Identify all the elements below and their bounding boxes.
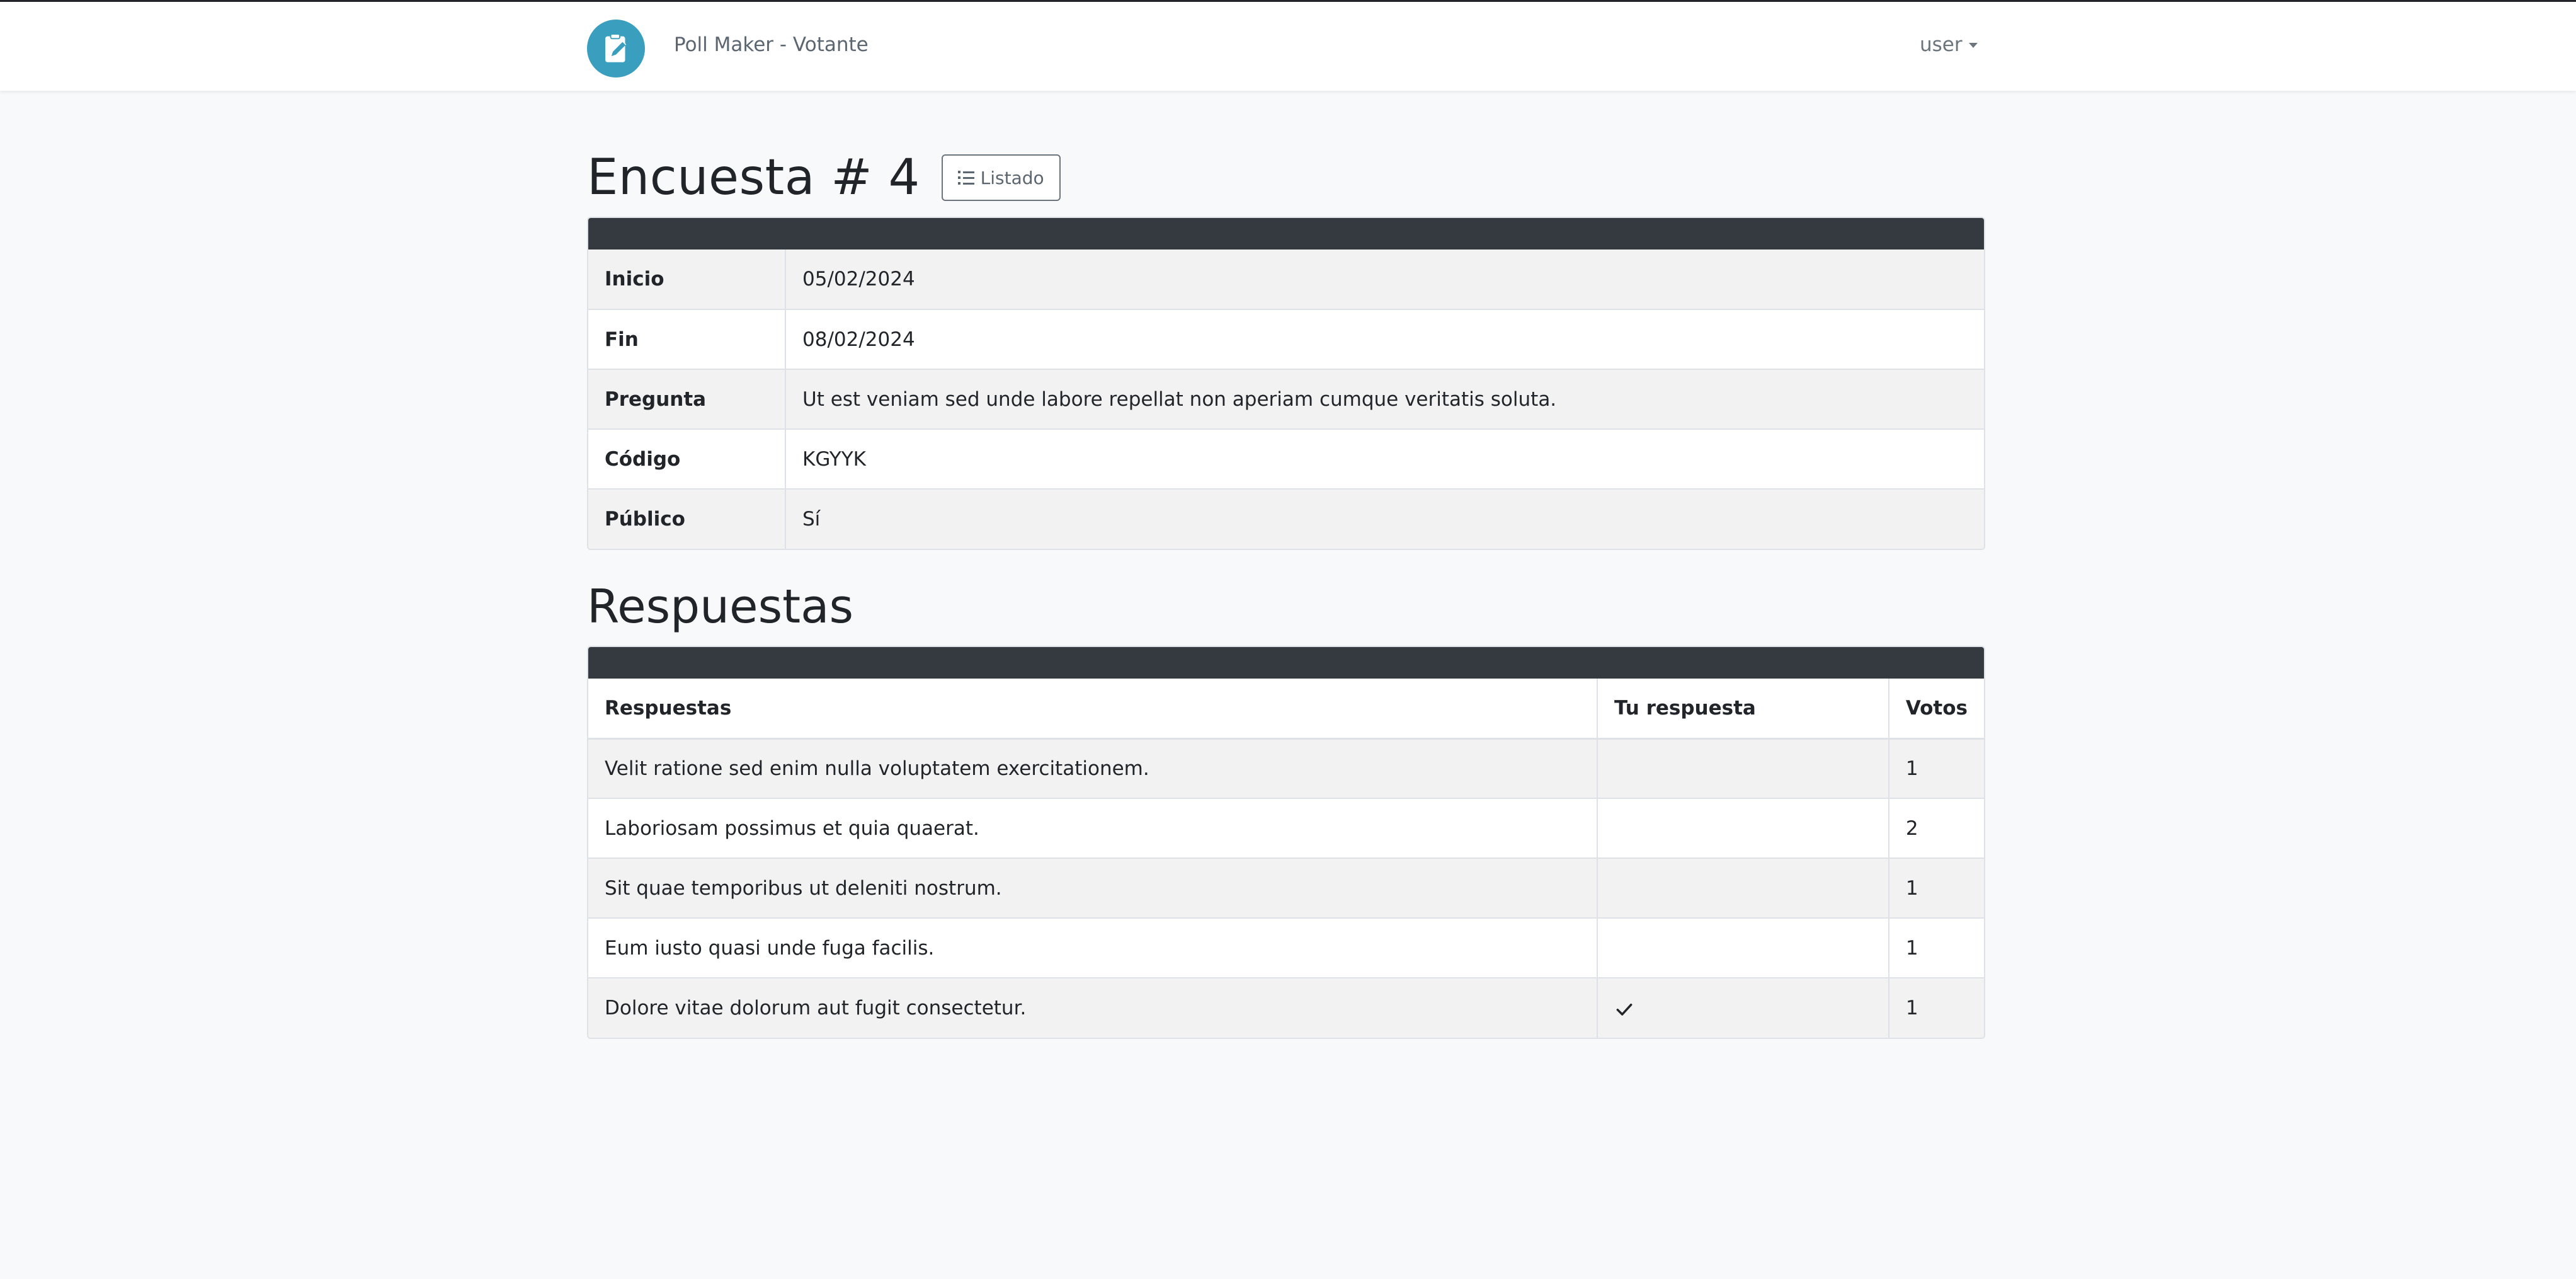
detail-row-question: Pregunta Ut est veniam sed unde labore r… [588,369,1984,429]
card-header [588,218,1984,249]
user-label: user [1920,33,1963,56]
brand-title[interactable]: Poll Maker - Votante [674,33,869,56]
list-icon [957,171,974,185]
brand-logo[interactable] [587,20,645,77]
caret-down-icon [1968,43,1978,48]
vote-count: 2 [1888,798,1984,858]
answer-text: Sit quae temporibus ut deleniti nostrum. [588,857,1598,918]
detail-label: Pregunta [588,369,786,429]
column-header-your-answer: Tu respuesta [1597,679,1889,740]
navbar: Poll Maker - Votante user [0,0,2576,91]
page-heading: Encuesta # 4 Listado [587,147,1061,208]
list-button[interactable]: Listado [941,154,1061,201]
detail-value: 08/02/2024 [785,309,1984,369]
detail-row-start: Inicio 05/02/2024 [588,249,1984,309]
column-header-votes: Votos [1888,679,1984,740]
table-row: Velit ratione sed enim nulla voluptatem … [588,738,1984,798]
answers-section-title: Respuestas [587,580,854,634]
table-row: Eum iusto quasi unde fuga facilis. 1 [588,917,1984,978]
detail-row-end: Fin 08/02/2024 [588,309,1984,369]
vote-count: 1 [1888,738,1984,798]
poll-details-table: Inicio 05/02/2024 Fin 08/02/2024 Pregunt… [588,249,1984,549]
detail-value: Ut est veniam sed unde labore repellat n… [785,369,1984,429]
detail-row-code: Código KGYYK [588,428,1984,489]
table-row: Laboriosam possimus et quia quaerat. 2 [588,798,1984,858]
answers-table: Respuestas Tu respuesta Votos Velit rati… [588,679,1984,1038]
detail-value: KGYYK [785,428,1984,489]
card-header [588,647,1984,679]
list-button-label: Listado [980,167,1044,188]
answer-text: Eum iusto quasi unde fuga facilis. [588,917,1598,978]
answer-text: Velit ratione sed enim nulla voluptatem … [588,738,1598,798]
detail-label: Inicio [588,249,786,309]
your-answer-cell [1597,977,1889,1038]
detail-label: Público [588,488,786,549]
answers-header-row: Respuestas Tu respuesta Votos [588,679,1984,740]
answer-text: Laboriosam possimus et quia quaerat. [588,798,1598,858]
your-answer-cell [1597,917,1889,978]
user-dropdown[interactable]: user [1920,33,1978,56]
check-icon [1616,1003,1633,1016]
detail-value: 05/02/2024 [785,249,1984,309]
page-title: Encuesta # 4 [587,149,920,206]
column-header-answer: Respuestas [588,679,1598,740]
detail-row-public: Público Sí [588,488,1984,549]
table-row: Dolore vitae dolorum aut fugit consectet… [588,977,1984,1038]
vote-count: 1 [1888,977,1984,1038]
detail-label: Código [588,428,786,489]
detail-label: Fin [588,309,786,369]
your-answer-cell [1597,738,1889,798]
detail-value: Sí [785,488,1984,549]
your-answer-cell [1597,798,1889,858]
vote-count: 1 [1888,917,1984,978]
table-row: Sit quae temporibus ut deleniti nostrum.… [588,857,1984,918]
vote-count: 1 [1888,857,1984,918]
poll-details-card: Inicio 05/02/2024 Fin 08/02/2024 Pregunt… [587,217,1985,550]
answer-text: Dolore vitae dolorum aut fugit consectet… [588,977,1598,1038]
your-answer-cell [1597,857,1889,918]
clipboard-edit-icon [605,33,627,62]
answers-card: Respuestas Tu respuesta Votos Velit rati… [587,646,1985,1039]
